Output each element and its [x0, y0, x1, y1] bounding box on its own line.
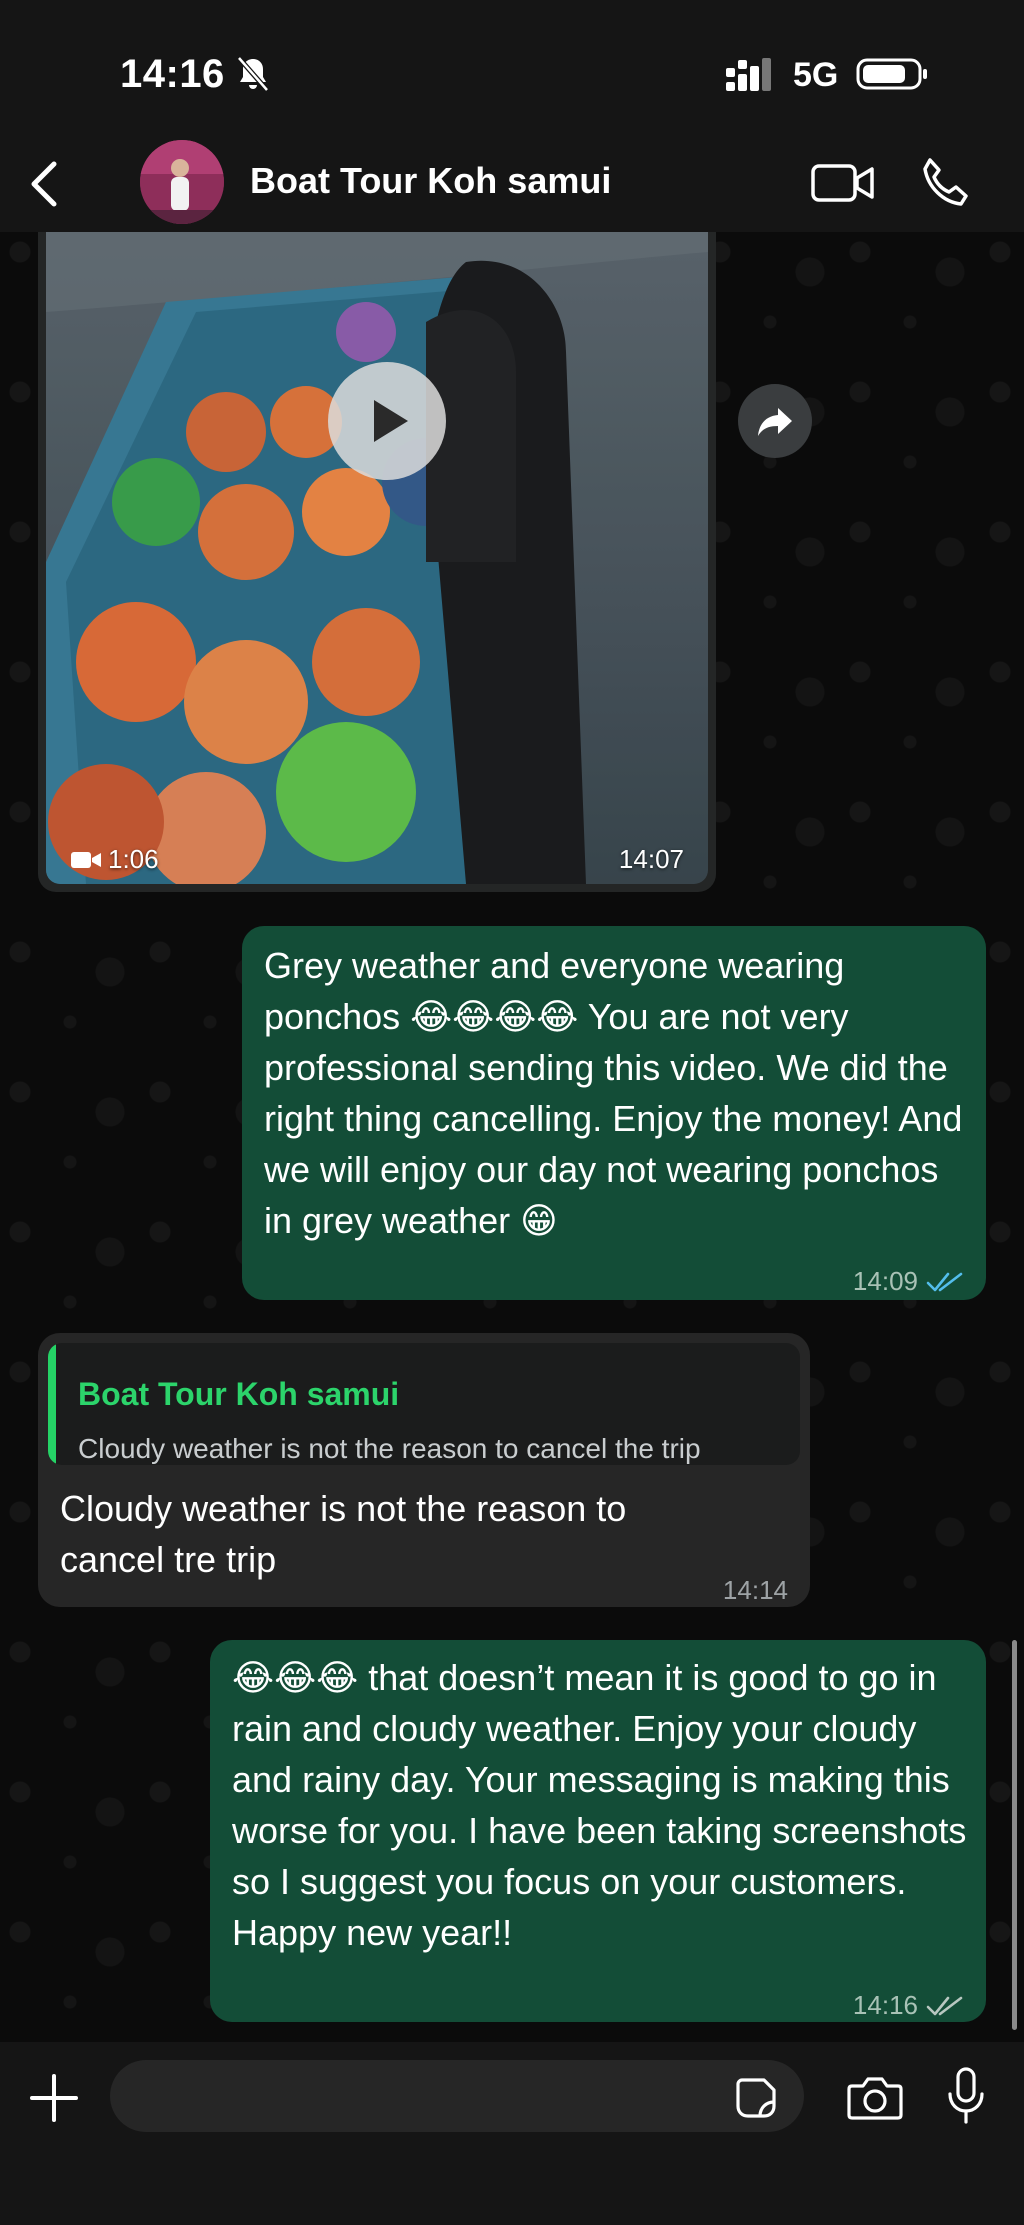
- status-bar: 14:16 5G: [0, 0, 1024, 140]
- video-duration: 1:06: [70, 844, 159, 875]
- scrollbar[interactable]: [1012, 1640, 1017, 2030]
- message-text: Cloudy weather is not the reason to canc…: [60, 1488, 627, 1580]
- message-time: 14:07: [618, 844, 684, 874]
- delivered-receipt-icon: [926, 1996, 963, 2015]
- message-time: 14:09: [852, 1266, 918, 1296]
- video-message[interactable]: 1:06 14:07: [38, 232, 716, 892]
- forward-icon: [758, 408, 792, 436]
- bell-off-icon: [237, 56, 269, 92]
- incoming-message[interactable]: Boat Tour Koh samui Cloudy weather is no…: [38, 1333, 810, 1607]
- message-time: 14:14: [722, 1575, 788, 1605]
- play-button[interactable]: [328, 362, 446, 480]
- quoted-message[interactable]: Boat Tour Koh samui Cloudy weather is no…: [48, 1343, 800, 1465]
- cellular-signal-icon: [726, 58, 771, 91]
- composer-bar: [0, 2042, 1024, 2225]
- plus-icon[interactable]: [28, 2072, 80, 2124]
- message-meta: 14:09: [853, 1256, 964, 1307]
- quote-bar: [48, 1343, 56, 1465]
- outgoing-message[interactable]: 😂😂😂 that doesn’t mean it is good to go i…: [210, 1640, 986, 2022]
- message-input[interactable]: [110, 2060, 804, 2132]
- network-type: 5G: [793, 56, 839, 94]
- message-text: 😂😂😂 that doesn’t mean it is good to go i…: [232, 1657, 967, 1953]
- video-thumbnail[interactable]: 1:06 14:07: [46, 232, 708, 884]
- message-time: 14:16: [852, 1990, 918, 2020]
- forward-button[interactable]: [738, 384, 812, 458]
- quote-author: Boat Tour Koh samui: [78, 1376, 400, 1412]
- camera-icon[interactable]: [846, 2072, 904, 2122]
- video-camera-icon: [71, 851, 101, 868]
- video-duration-text: 1:06: [108, 844, 159, 874]
- quote-text: Cloudy weather is not the reason to canc…: [78, 1433, 701, 1464]
- battery-icon: [856, 58, 927, 90]
- message-meta: 14:14: [723, 1565, 788, 1616]
- video-call-icon[interactable]: [810, 158, 876, 208]
- chat-title[interactable]: Boat Tour Koh samui: [250, 160, 611, 202]
- message-text: Grey weather and everyone wearing poncho…: [264, 945, 963, 1241]
- status-time: 14:16: [120, 52, 225, 96]
- phone-icon[interactable]: [918, 154, 970, 210]
- back-icon[interactable]: [24, 156, 64, 212]
- message-meta: 14:16: [853, 1980, 964, 2031]
- sticker-icon[interactable]: [734, 2076, 778, 2120]
- read-receipt-icon: [926, 1272, 963, 1291]
- outgoing-message[interactable]: Grey weather and everyone wearing poncho…: [242, 926, 986, 1300]
- chat-header: Boat Tour Koh samui: [0, 140, 1024, 232]
- microphone-icon[interactable]: [946, 2066, 986, 2126]
- avatar[interactable]: [140, 140, 224, 224]
